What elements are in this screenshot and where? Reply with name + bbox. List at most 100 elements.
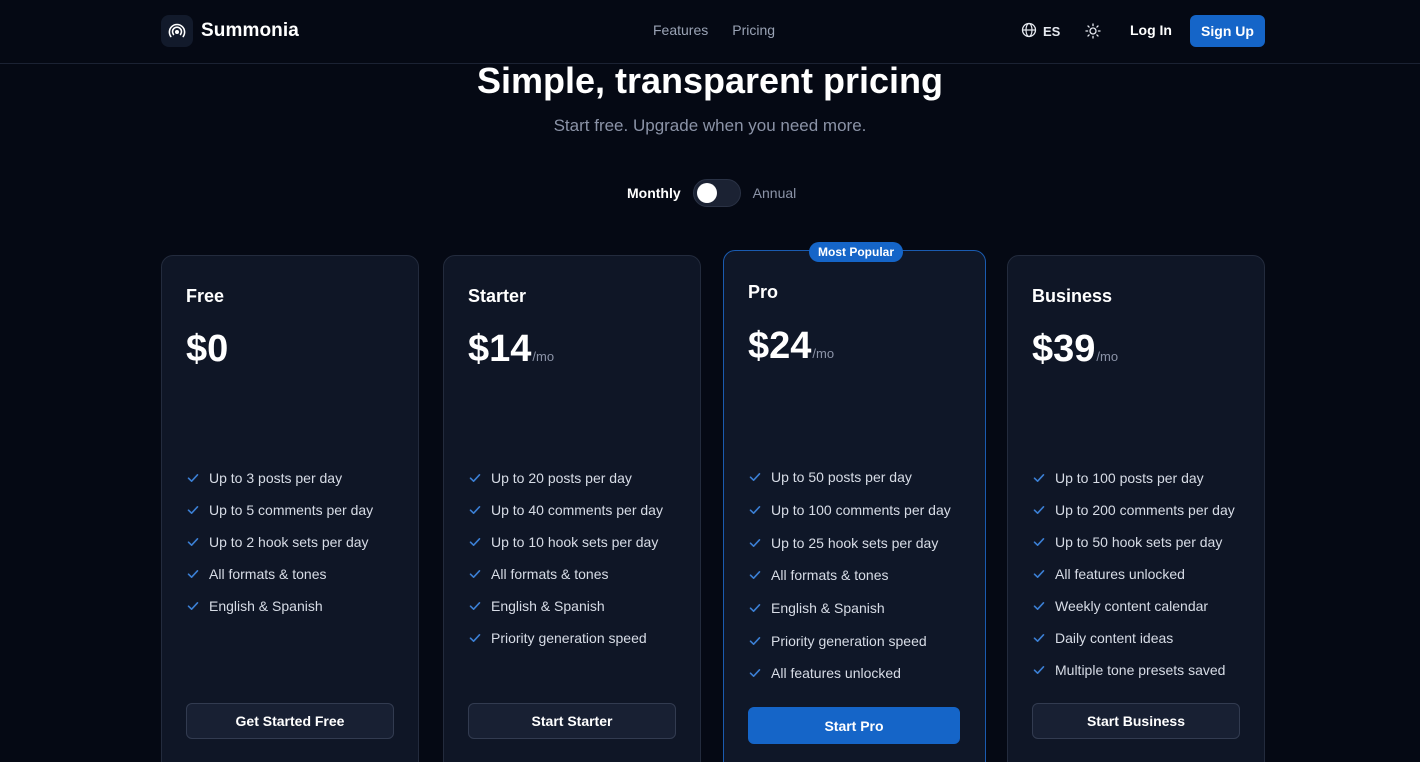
feature-text: Weekly content calendar	[1055, 598, 1209, 614]
check-icon	[468, 503, 482, 517]
feature-text: English & Spanish	[491, 598, 605, 614]
plan-price: $14 /mo	[468, 328, 554, 371]
feature-text: Priority generation speed	[771, 632, 927, 649]
language-switcher[interactable]: ES	[1021, 22, 1060, 41]
billing-toggle[interactable]	[692, 179, 741, 207]
feature-text: Up to 10 hook sets per day	[491, 534, 659, 550]
start-starter-button[interactable]: Start Starter	[468, 703, 676, 739]
check-icon	[1032, 503, 1046, 517]
check-icon	[748, 470, 762, 484]
plan-name: Free	[186, 286, 225, 306]
check-icon	[468, 567, 482, 581]
list-item: Up to 100 comments per day	[748, 494, 951, 527]
check-icon	[468, 599, 482, 613]
feature-text: Up to 200 comments per day	[1055, 502, 1235, 518]
plan-card-free: Free $0 Up to 3 posts per day Up to 5 co…	[161, 255, 419, 762]
plan-name: Starter	[468, 286, 527, 306]
list-item: Up to 50 posts per day	[748, 461, 951, 494]
feature-text: All features unlocked	[1055, 566, 1185, 582]
feature-text: Up to 25 hook sets per day	[771, 534, 939, 551]
list-item: English & Spanish	[748, 592, 951, 625]
check-icon	[186, 599, 200, 613]
nav-features-link[interactable]: Features	[653, 22, 708, 38]
toggle-knob	[696, 183, 717, 203]
check-icon	[1032, 535, 1046, 549]
list-item: All formats & tones	[468, 558, 663, 590]
feature-list: Up to 50 posts per day Up to 100 comment…	[748, 461, 951, 690]
feature-list: Up to 20 posts per day Up to 40 comments…	[468, 462, 663, 654]
check-icon	[186, 503, 200, 517]
most-popular-badge: Most Popular	[809, 242, 904, 262]
feature-list: Up to 3 posts per day Up to 5 comments p…	[186, 462, 373, 622]
feature-text: Up to 100 posts per day	[1055, 470, 1204, 486]
check-icon	[1032, 567, 1046, 581]
list-item: Up to 10 hook sets per day	[468, 526, 663, 558]
list-item: All features unlocked	[1032, 558, 1235, 590]
get-started-free-button[interactable]: Get Started Free	[186, 703, 394, 739]
nav-pricing-link[interactable]: Pricing	[732, 22, 775, 38]
feature-text: Up to 100 comments per day	[771, 502, 951, 519]
feature-text: English & Spanish	[771, 600, 885, 617]
top-header: Summonia Features Pricing ES Log In Sign	[0, 0, 1420, 64]
check-icon	[1032, 599, 1046, 613]
start-business-button[interactable]: Start Business	[1032, 703, 1240, 739]
monthly-label[interactable]: Monthly	[627, 185, 681, 201]
list-item: All formats & tones	[186, 558, 373, 590]
check-icon	[186, 471, 200, 485]
feature-text: Up to 20 posts per day	[491, 470, 632, 486]
list-item: Up to 2 hook sets per day	[186, 526, 373, 558]
price-amount: $24	[748, 325, 812, 367]
check-icon	[468, 631, 482, 645]
price-period: /mo	[1096, 349, 1119, 364]
check-icon	[468, 471, 482, 485]
list-item: All features unlocked	[748, 657, 951, 690]
plan-card-starter: Starter $14 /mo Up to 20 posts per day U…	[443, 255, 701, 762]
feature-text: Up to 5 comments per day	[209, 502, 374, 518]
annual-label[interactable]: Annual	[753, 185, 797, 201]
plan-price: $24 /mo	[748, 325, 834, 368]
feature-text: Up to 50 posts per day	[771, 469, 912, 486]
feature-text: All features unlocked	[771, 665, 901, 682]
login-link[interactable]: Log In	[1130, 22, 1172, 38]
list-item: Up to 50 hook sets per day	[1032, 526, 1235, 558]
page-title: Simple, transparent pricing	[476, 60, 944, 101]
check-icon	[1032, 663, 1046, 677]
globe-icon	[1021, 22, 1037, 41]
feature-text: All formats & tones	[209, 566, 327, 582]
plan-name: Pro	[748, 282, 779, 302]
start-pro-button[interactable]: Start Pro	[748, 707, 960, 744]
plan-card-business: Business $39 /mo Up to 100 posts per day…	[1007, 255, 1265, 762]
language-label: ES	[1043, 24, 1061, 39]
signup-button[interactable]: Sign Up	[1190, 15, 1265, 47]
check-icon	[748, 601, 762, 615]
check-icon	[748, 503, 762, 517]
feature-text: Priority generation speed	[491, 630, 647, 646]
feature-text: All formats & tones	[771, 567, 889, 584]
check-icon	[748, 536, 762, 550]
plan-card-pro: Most Popular Pro $24 /mo Up to 50 posts …	[723, 242, 986, 762]
list-item: Multiple tone presets saved	[1032, 654, 1235, 686]
feature-text: Multiple tone presets saved	[1055, 662, 1226, 678]
main-nav: Features Pricing	[653, 22, 775, 38]
price-period: /mo	[812, 346, 835, 361]
sun-icon[interactable]	[1084, 22, 1102, 40]
check-icon	[468, 535, 482, 549]
check-icon	[1032, 631, 1046, 645]
feature-text: Up to 2 hook sets per day	[209, 534, 369, 550]
plan-price: $0	[186, 328, 229, 371]
feature-list: Up to 100 posts per day Up to 200 commen…	[1032, 462, 1235, 686]
list-item: Up to 3 posts per day	[186, 462, 373, 494]
broadcast-icon	[161, 15, 193, 47]
list-item: Priority generation speed	[748, 624, 951, 657]
list-item: Up to 20 posts per day	[468, 462, 663, 494]
feature-text: Up to 50 hook sets per day	[1055, 534, 1223, 550]
price-amount: $14	[468, 328, 532, 370]
plan-name: Business	[1032, 286, 1113, 306]
feature-text: Up to 40 comments per day	[491, 502, 663, 518]
check-icon	[748, 666, 762, 680]
list-item: Priority generation speed	[468, 622, 663, 654]
page-subtitle: Start free. Upgrade when you need more.	[553, 116, 867, 135]
brand-logo[interactable]: Summonia	[161, 15, 299, 47]
check-icon	[1032, 471, 1046, 485]
brand-name: Summonia	[201, 20, 299, 41]
